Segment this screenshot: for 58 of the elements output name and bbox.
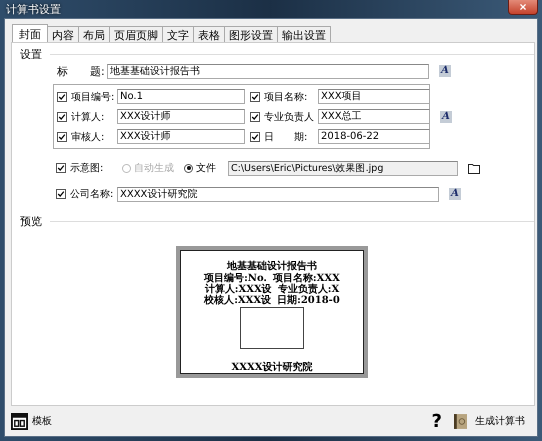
tab[interactable]: 表格 [193, 26, 225, 42]
checkbox[interactable] [56, 163, 66, 173]
radio-label[interactable]: 文件 [196, 161, 216, 175]
field-label: 公司名称: [70, 188, 114, 201]
section-label: 设置 [20, 46, 42, 62]
font-button[interactable]: A [449, 188, 461, 200]
preview-text: 项目名称:XXX [272, 273, 340, 284]
text-field[interactable]: 2018-06-22 [318, 129, 430, 144]
tab[interactable]: 页眉页脚 [109, 26, 163, 42]
layout-icon [11, 412, 28, 430]
checkbox[interactable] [57, 132, 67, 142]
checkbox[interactable] [250, 132, 260, 142]
tab[interactable]: 封面 [12, 24, 48, 42]
text-field[interactable]: XXX总工 [318, 109, 430, 124]
section-label: 预览 [20, 214, 42, 228]
field-label: 专业负责人 [264, 110, 315, 124]
field-label: 标 题: [57, 64, 106, 78]
field-label: 审核人: [71, 130, 106, 144]
preview-text: 日期:2018-0 [277, 295, 340, 306]
text-field[interactable]: XXX设计师 [117, 109, 245, 124]
field-label: 项目编号: [71, 90, 116, 104]
company-field[interactable]: XXXX设计研究院 [117, 186, 439, 202]
preview-text: 校核人:XXX设 [204, 295, 272, 306]
field-label: 项目名称: [264, 90, 308, 104]
field-label: 日 期: [264, 130, 308, 144]
checkbox[interactable] [250, 92, 260, 102]
text-field[interactable]: No.1 [117, 89, 245, 104]
generate-button[interactable]: 生成计算书 [454, 414, 525, 428]
preview-text: 计算人:XXX设 [204, 284, 272, 295]
help-button[interactable]: ? [432, 410, 442, 432]
folder-icon[interactable] [468, 162, 480, 174]
tab[interactable]: 布局 [78, 26, 110, 42]
preview-title: 地基基础设计报告书 [227, 260, 317, 272]
text-field[interactable]: XXX设计师 [117, 129, 245, 144]
preview-image-frame [240, 307, 304, 349]
checkbox[interactable] [56, 189, 66, 199]
font-button[interactable]: A [439, 65, 451, 77]
field-label: 示意图: [70, 162, 104, 175]
preview-text: 专业负责人:X [278, 284, 340, 295]
checkbox[interactable] [57, 92, 67, 102]
font-button[interactable]: A [440, 110, 452, 122]
tab[interactable]: 文字 [162, 26, 194, 42]
checkbox[interactable] [57, 112, 67, 122]
template-button[interactable]: 模板 [11, 412, 52, 430]
title-field[interactable]: 地基基础设计报告书 [107, 64, 429, 78]
tab[interactable]: 图形设置 [224, 26, 278, 42]
path-field[interactable]: C:\Users\Eric\Pictures\效果图.jpg [228, 160, 458, 176]
close-button[interactable]: × [508, 0, 538, 15]
preview-text: 项目编号:No. [204, 273, 267, 284]
radio-button[interactable] [184, 164, 193, 172]
text-field[interactable]: XXX项目 [318, 89, 430, 104]
field-label: 计算人: [71, 110, 106, 124]
preview-text: XXXX设计研究院 [231, 362, 313, 373]
window-title: 计算书设置 [6, 2, 61, 16]
tab[interactable]: 内容 [47, 26, 79, 42]
book-icon [454, 414, 467, 428]
tab[interactable]: 输出设置 [277, 26, 331, 42]
checkbox[interactable] [250, 112, 260, 122]
